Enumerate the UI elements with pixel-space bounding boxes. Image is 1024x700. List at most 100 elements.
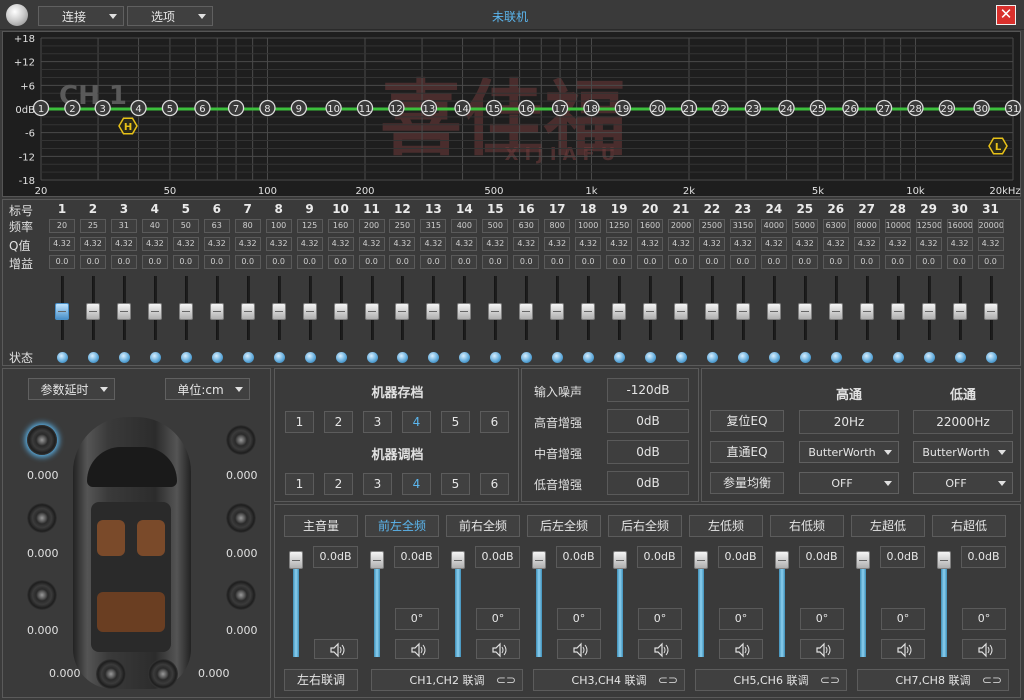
band-q-field[interactable]: 4.32 bbox=[389, 237, 416, 251]
band-state-toggle[interactable] bbox=[737, 352, 749, 363]
link-channel-button[interactable]: CH1,CH2 联调 ⊂⊃ bbox=[371, 669, 523, 691]
band-q-field[interactable]: 4.32 bbox=[110, 237, 137, 251]
band-slider-knob[interactable] bbox=[952, 303, 967, 320]
eq-point-marker[interactable]: 8 bbox=[259, 99, 276, 117]
link-channel-button[interactable]: CH5,CH6 联调 ⊂⊃ bbox=[695, 669, 847, 691]
channel-volume-field[interactable]: 0.0dB bbox=[718, 546, 763, 568]
channel-volume-field[interactable]: 0.0dB bbox=[961, 546, 1006, 568]
eq-point-marker[interactable]: 12 bbox=[388, 99, 405, 117]
channel-volume-field[interactable]: 0.0dB bbox=[556, 546, 601, 568]
channel-fader-knob[interactable] bbox=[532, 551, 546, 569]
channel-label-button[interactable]: 后右全频 bbox=[608, 515, 682, 537]
band-slider-knob[interactable] bbox=[147, 303, 162, 320]
channel-label-button[interactable]: 左低频 bbox=[689, 515, 763, 537]
eq-point-marker[interactable]: 13 bbox=[420, 99, 438, 117]
band-gain-field[interactable]: 0.0 bbox=[698, 255, 725, 269]
band-slider-knob[interactable] bbox=[581, 303, 596, 320]
band-q-field[interactable]: 4.32 bbox=[420, 237, 447, 251]
band-q-field[interactable]: 4.32 bbox=[760, 237, 787, 251]
eq-point-marker[interactable]: 23 bbox=[744, 99, 762, 117]
band-slider-knob[interactable] bbox=[457, 303, 472, 320]
band-freq-field[interactable]: 1600 bbox=[637, 219, 664, 233]
band-q-field[interactable]: 4.32 bbox=[884, 237, 911, 251]
eq-point-marker[interactable]: 22 bbox=[712, 99, 729, 117]
band-state-toggle[interactable] bbox=[799, 352, 811, 363]
band-state-toggle[interactable] bbox=[521, 352, 533, 363]
eq-point-marker[interactable]: 31 bbox=[1004, 99, 1022, 117]
band-state-toggle[interactable] bbox=[645, 352, 657, 363]
band-freq-field[interactable]: 12500 bbox=[915, 219, 942, 233]
band-freq-field[interactable]: 20000 bbox=[977, 219, 1004, 233]
band-freq-field[interactable]: 5000 bbox=[791, 219, 818, 233]
band-freq-field[interactable]: 315 bbox=[420, 219, 447, 233]
band-gain-field[interactable]: 0.0 bbox=[760, 255, 787, 269]
band-slider-knob[interactable] bbox=[550, 303, 565, 320]
mute-button[interactable] bbox=[557, 639, 601, 659]
band-gain-field[interactable]: 0.0 bbox=[482, 255, 509, 269]
band-q-field[interactable]: 4.32 bbox=[822, 237, 849, 251]
band-gain-field[interactable]: 0.0 bbox=[265, 255, 292, 269]
channel-fader-knob[interactable] bbox=[289, 551, 303, 569]
band-gain-field[interactable]: 0.0 bbox=[946, 255, 973, 269]
save-preset-button-3[interactable]: 3 bbox=[363, 411, 392, 433]
band-gain-field[interactable]: 0.0 bbox=[420, 255, 447, 269]
eq-point-marker[interactable]: 25 bbox=[809, 99, 827, 117]
band-q-field[interactable]: 4.32 bbox=[977, 237, 1004, 251]
eq-point-marker[interactable]: 15 bbox=[485, 99, 503, 117]
band-slider-knob[interactable] bbox=[333, 303, 348, 320]
band-state-toggle[interactable] bbox=[768, 352, 780, 363]
mute-button[interactable] bbox=[719, 639, 763, 659]
eq-point-marker[interactable]: 20 bbox=[649, 99, 666, 117]
band-state-toggle[interactable] bbox=[490, 352, 502, 363]
band-state-toggle[interactable] bbox=[118, 352, 130, 363]
direct-eq-button[interactable]: 直通EQ bbox=[710, 441, 784, 463]
band-q-field[interactable]: 4.32 bbox=[451, 237, 478, 251]
channel-phase-field[interactable]: 0° bbox=[557, 608, 601, 630]
eq-point-marker[interactable]: 27 bbox=[875, 99, 893, 117]
band-q-field[interactable]: 4.32 bbox=[606, 237, 633, 251]
channel-phase-field[interactable]: 0° bbox=[395, 608, 439, 630]
band-freq-field[interactable]: 160 bbox=[327, 219, 354, 233]
band-state-toggle[interactable] bbox=[459, 352, 471, 363]
eq-point-marker[interactable]: 26 bbox=[842, 99, 859, 117]
band-state-toggle[interactable] bbox=[830, 352, 842, 363]
band-state-toggle[interactable] bbox=[211, 352, 223, 363]
band-q-field[interactable]: 4.32 bbox=[637, 237, 664, 251]
save-preset-button-2[interactable]: 2 bbox=[324, 411, 353, 433]
band-slider-knob[interactable] bbox=[859, 303, 874, 320]
eq-point-marker[interactable]: 18 bbox=[583, 99, 600, 117]
band-freq-field[interactable]: 4000 bbox=[760, 219, 787, 233]
band-slider-knob[interactable] bbox=[116, 303, 131, 320]
band-q-field[interactable]: 4.32 bbox=[698, 237, 725, 251]
eq-point-marker[interactable]: 14 bbox=[454, 99, 471, 117]
band-q-field[interactable]: 4.32 bbox=[915, 237, 942, 251]
band-q-field[interactable]: 4.32 bbox=[172, 237, 199, 251]
mute-button[interactable] bbox=[962, 639, 1006, 659]
eq-point-marker[interactable]: 21 bbox=[680, 99, 698, 117]
load-preset-button-1[interactable]: 1 bbox=[285, 473, 314, 495]
band-slider-knob[interactable] bbox=[209, 303, 224, 320]
band-freq-field[interactable]: 10000 bbox=[884, 219, 911, 233]
highpass-handle[interactable]: H bbox=[118, 117, 138, 135]
speaker-sub-right[interactable] bbox=[148, 659, 178, 689]
save-preset-button-1[interactable]: 1 bbox=[285, 411, 314, 433]
mute-button[interactable] bbox=[638, 639, 682, 659]
band-slider-knob[interactable] bbox=[612, 303, 627, 320]
eq-point-marker[interactable]: 6 bbox=[194, 99, 211, 117]
channel-phase-field[interactable]: 0° bbox=[638, 608, 682, 630]
load-preset-button-3[interactable]: 3 bbox=[363, 473, 392, 495]
band-freq-field[interactable]: 6300 bbox=[822, 219, 849, 233]
channel-phase-field[interactable]: 0° bbox=[962, 608, 1006, 630]
band-freq-field[interactable]: 80 bbox=[234, 219, 261, 233]
band-freq-field[interactable]: 1250 bbox=[606, 219, 633, 233]
eq-point-marker[interactable]: 24 bbox=[778, 99, 795, 117]
channel-volume-field[interactable]: 0.0dB bbox=[313, 546, 358, 568]
band-state-toggle[interactable] bbox=[428, 352, 440, 363]
eq-point-marker[interactable]: 19 bbox=[614, 99, 632, 117]
band-freq-field[interactable]: 3150 bbox=[729, 219, 756, 233]
band-freq-field[interactable]: 2000 bbox=[668, 219, 694, 233]
delay-mode-select[interactable]: 参数延时 bbox=[28, 378, 115, 400]
band-freq-field[interactable]: 500 bbox=[482, 219, 509, 233]
band-state-toggle[interactable] bbox=[583, 352, 595, 363]
band-slider-knob[interactable] bbox=[735, 303, 750, 320]
